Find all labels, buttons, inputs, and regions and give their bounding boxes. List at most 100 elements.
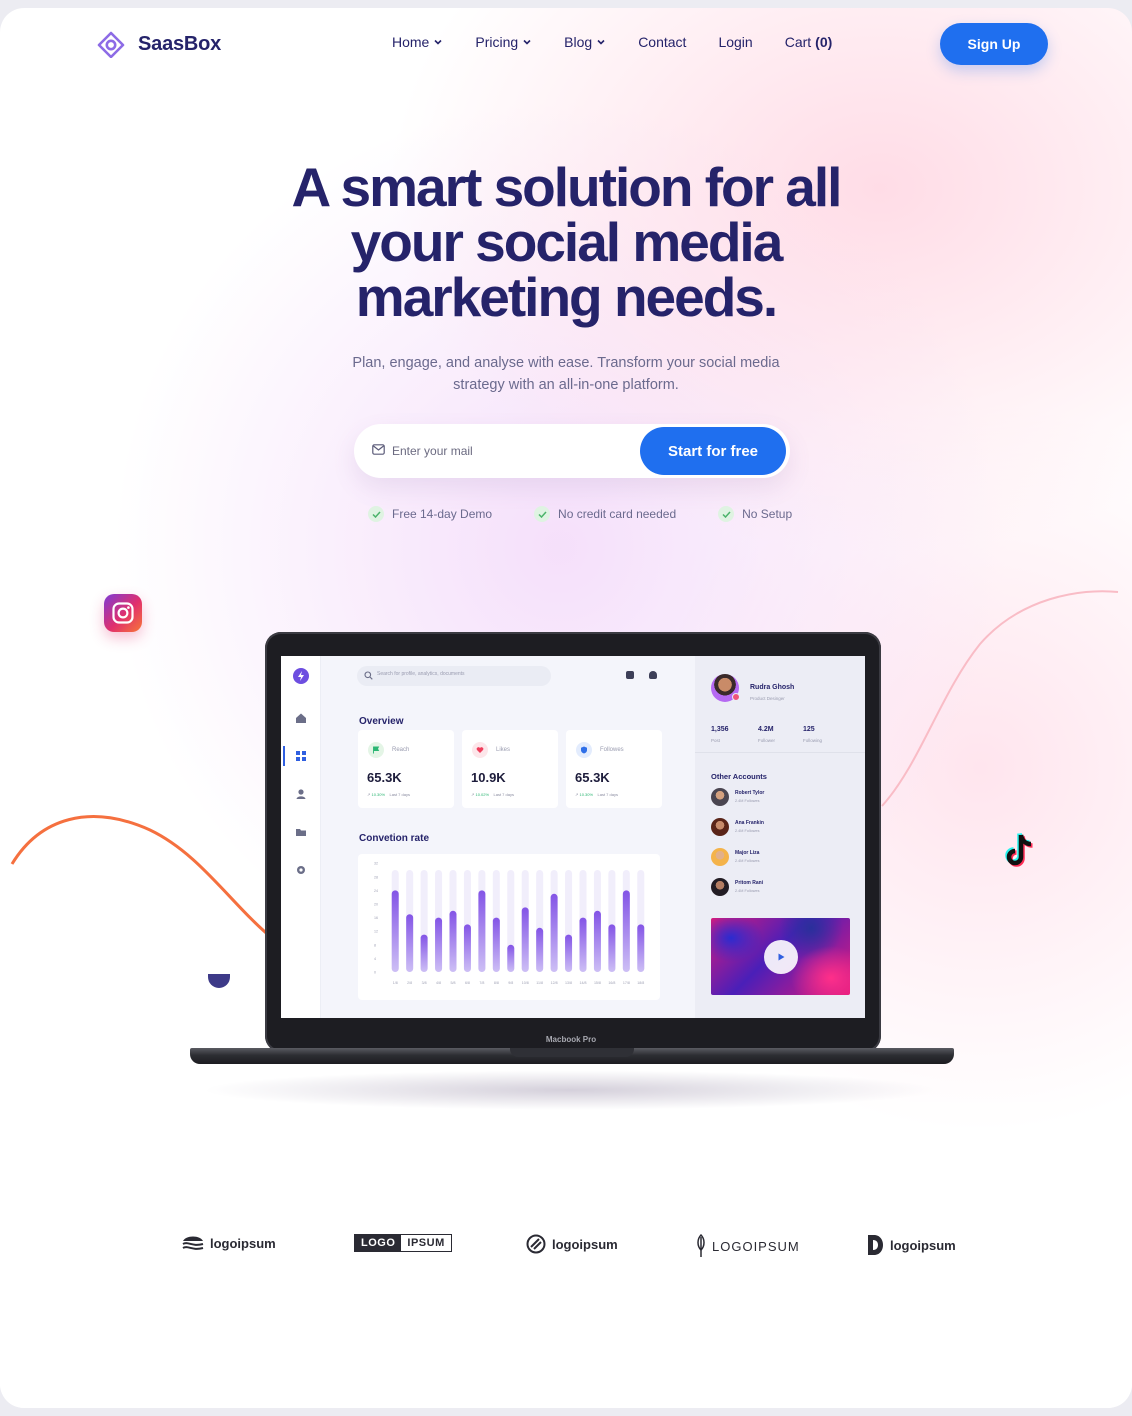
- home-icon[interactable]: [295, 712, 307, 724]
- chevron-down-icon: [597, 39, 605, 45]
- card-value: 65.3K: [367, 770, 402, 785]
- stat-card-reach: Reach 65.3K ↗ 10.30% Last 7 days: [358, 730, 454, 808]
- partner-logo-text: LOGO: [355, 1235, 402, 1251]
- x-tick-label: 18/8: [637, 981, 644, 985]
- logo-box: LOGO IPSUM: [354, 1234, 452, 1252]
- bar: [622, 890, 630, 972]
- search-icon: [364, 671, 373, 680]
- start-for-free-button[interactable]: Start for free: [640, 427, 786, 475]
- chevron-down-icon: [523, 39, 531, 45]
- x-tick-label: 10/8: [522, 981, 529, 985]
- menu-item-label: Pricing: [475, 34, 519, 50]
- email-input[interactable]: [392, 438, 612, 464]
- x-tick-label: 6/8: [465, 981, 470, 985]
- account-name: Major Liza: [735, 850, 760, 856]
- stat-card-likes: Likes 10.9K ↗ 10.02% Last 7 days: [462, 730, 558, 808]
- play-button[interactable]: [764, 940, 798, 974]
- menu-item-cart[interactable]: Cart (0): [785, 34, 833, 50]
- dashboard-icon[interactable]: [295, 750, 307, 762]
- x-tick-label: 11/8: [536, 981, 543, 985]
- account-avatar[interactable]: [711, 878, 729, 896]
- hero-subtitle-line: strategy with an all-in-one platform.: [453, 377, 679, 393]
- account-avatar[interactable]: [711, 848, 729, 866]
- check-icon: [368, 506, 384, 522]
- tiktok-icon: [1005, 832, 1033, 867]
- chevron-down-icon: [434, 39, 442, 45]
- shield-icon: [576, 742, 592, 758]
- bar: [521, 907, 529, 972]
- sign-up-button[interactable]: Sign Up: [940, 23, 1048, 65]
- menu-item-contact[interactable]: Contact: [638, 34, 686, 50]
- perk-item: No credit card needed: [534, 506, 676, 522]
- card-value: 65.3K: [575, 770, 610, 785]
- perk-label: No credit card needed: [558, 507, 677, 521]
- bar: [550, 893, 558, 972]
- account-followers: 2.4M Followes: [735, 829, 760, 833]
- account-name: Ana Frankin: [735, 820, 764, 826]
- partner-logo: logoipsum: [866, 1234, 956, 1256]
- card-meta: ↗ 10.02% Last 7 days: [471, 792, 514, 797]
- folder-icon[interactable]: [295, 826, 307, 838]
- stat-value: 125: [803, 726, 815, 733]
- bar: [435, 917, 443, 972]
- bell-icon[interactable]: [649, 671, 657, 679]
- bar: [536, 927, 544, 972]
- bar: [406, 914, 414, 972]
- perk-item: No Setup: [718, 506, 792, 522]
- video-thumbnail[interactable]: [711, 918, 850, 995]
- card-change: 10.30%: [371, 792, 386, 797]
- menu-item-label: Blog: [564, 34, 593, 50]
- card-period: Last 7 days: [389, 792, 410, 797]
- x-tick-label: 9/8: [508, 981, 513, 985]
- card-period: Last 7 days: [597, 792, 618, 797]
- y-tick-label: 4: [374, 957, 376, 961]
- account-avatar[interactable]: [711, 818, 729, 836]
- menu-item-label: Contact: [638, 34, 687, 50]
- menu-item-home[interactable]: Home: [392, 34, 443, 50]
- account-followers: 2.4M Followes: [735, 889, 760, 893]
- orange-curve-decoration: [10, 815, 273, 940]
- y-tick-label: 12: [374, 930, 378, 934]
- dashboard-sidebar: [281, 656, 321, 1018]
- y-tick-label: 32: [374, 862, 378, 866]
- partner-logo-text: logoipsum: [890, 1237, 956, 1253]
- overview-title: Overview: [359, 716, 404, 727]
- perks-list: Free 14-day Demo No credit card needed N…: [368, 506, 792, 522]
- stat-value: 1,356: [711, 726, 729, 733]
- stat-label: Post: [711, 738, 721, 743]
- bar: [579, 917, 587, 972]
- menu-item-login[interactable]: Login: [718, 34, 752, 50]
- main-menu: Home Pricing Blog Contact Login Cart (0): [392, 34, 832, 50]
- bar: [507, 944, 515, 972]
- brand-logo[interactable]: SaasBox: [94, 30, 221, 58]
- x-tick-label: 5/8: [451, 981, 456, 985]
- message-icon[interactable]: [626, 671, 634, 679]
- conversion-bar-chart: 0 4 8 12 16 20 24 28 32 1/8 2/8 3/8 4/8 5/8 6/8 7/8 8/8 9…: [374, 862, 645, 985]
- card-meta: ↗ 10.30% Last 7 days: [367, 792, 410, 797]
- account-avatar[interactable]: [711, 788, 729, 806]
- wave-logo-icon: [182, 1236, 204, 1250]
- perk-item: Free 14-day Demo: [368, 506, 492, 522]
- bar: [593, 910, 601, 972]
- instagram-icon: [104, 594, 142, 632]
- x-tick-label: 13/8: [565, 981, 572, 985]
- x-tick-label: 12/8: [551, 981, 558, 985]
- dashboard-screen: Search for profile, analytics, documents…: [281, 656, 865, 1018]
- x-tick-label: 2/8: [407, 981, 412, 985]
- card-meta: ↗ 10.30% Last 7 days: [575, 792, 618, 797]
- card-value: 10.9K: [471, 770, 506, 785]
- menu-item-blog[interactable]: Blog: [564, 34, 606, 50]
- card-change: 10.30%: [579, 792, 594, 797]
- hero-title-line: your social media: [350, 211, 784, 273]
- user-icon[interactable]: [295, 788, 307, 800]
- x-tick-label: 17/8: [623, 981, 630, 985]
- x-tick-label: 8/8: [494, 981, 499, 985]
- dashboard-search[interactable]: Search for profile, analytics, documents: [357, 666, 551, 686]
- flag-icon: [368, 742, 384, 758]
- y-tick-label: 24: [374, 889, 378, 893]
- y-tick-label: 16: [374, 916, 378, 920]
- conversion-title: Convetion rate: [359, 833, 430, 844]
- menu-item-pricing[interactable]: Pricing: [475, 34, 532, 50]
- settings-icon[interactable]: [295, 864, 307, 876]
- card-label: Followes: [600, 747, 624, 753]
